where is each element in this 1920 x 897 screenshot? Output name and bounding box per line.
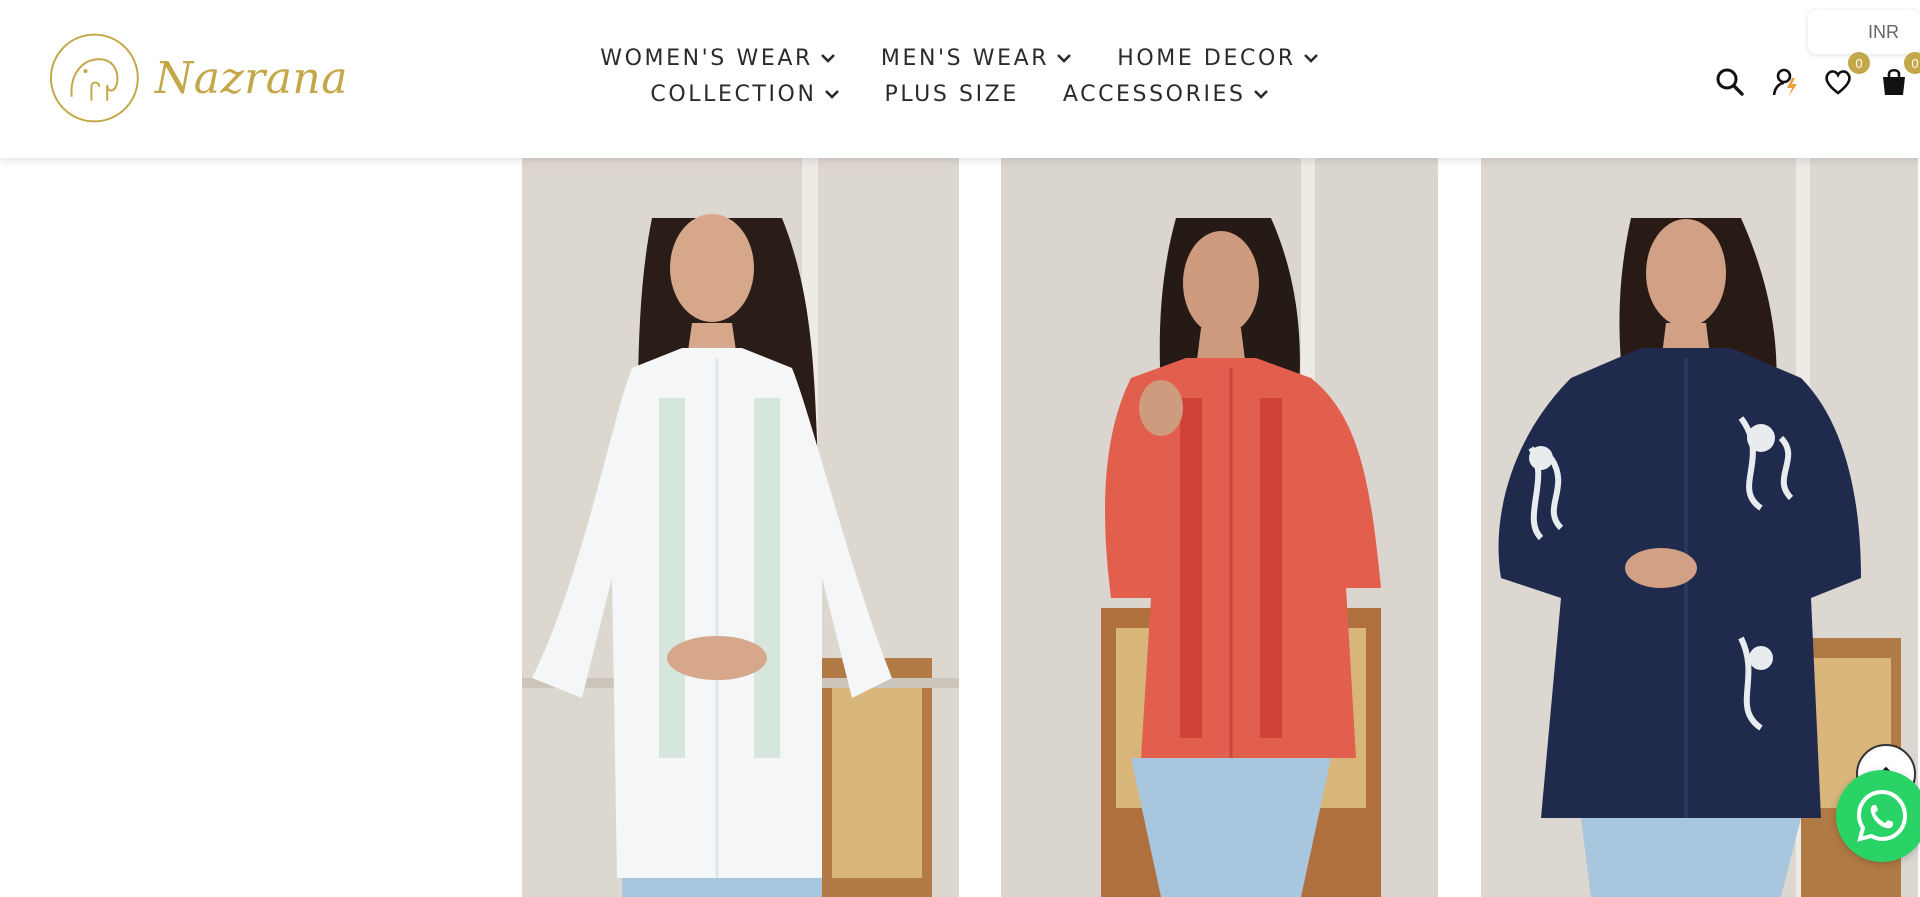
nav-womens-wear[interactable]: WOMEN'S WEAR (600, 46, 837, 71)
site-header: Nazrana WOMEN'S WEAR MEN'S WEAR HOME DEC… (0, 0, 1920, 158)
product-image (1001, 158, 1438, 897)
product-grid (0, 158, 1920, 897)
wishlist-button[interactable]: 0 (1818, 52, 1870, 102)
chevron-down-icon (1253, 90, 1268, 99)
nav-home-decor[interactable]: HOME DECOR (1117, 46, 1320, 71)
nav-label: ACCESSORIES (1062, 81, 1246, 107)
product-card-white-shirt[interactable] (522, 158, 959, 897)
nav-collection[interactable]: COLLECTION (650, 82, 840, 107)
nav-mens-wear[interactable]: MEN'S WEAR (881, 46, 1073, 71)
nav-plus-size[interactable]: PLUS SIZE (885, 82, 1019, 107)
nav-label: PLUS SIZE (884, 81, 1019, 107)
nav-accessories[interactable]: ACCESSORIES (1063, 82, 1270, 107)
chevron-down-icon (1057, 54, 1072, 63)
nav-row-2: COLLECTION PLUS SIZE ACCESSORIES (560, 76, 1360, 112)
shopping-bag-icon (1883, 68, 1905, 95)
wishlist-count: 0 (1848, 52, 1870, 74)
main-nav: WOMEN'S WEAR MEN'S WEAR HOME DECOR COLLE… (560, 40, 1360, 112)
currency-selector[interactable]: INR (1808, 10, 1920, 54)
whatsapp-chat-button[interactable] (1836, 770, 1920, 862)
cart-count: 0 (1904, 52, 1920, 74)
nav-label: HOME DECOR (1117, 45, 1296, 71)
cart-button[interactable]: 0 (1874, 52, 1920, 102)
elephant-monogram-icon (49, 33, 139, 123)
chevron-down-icon (820, 54, 835, 63)
search-button[interactable] (1710, 62, 1750, 102)
chevron-down-icon (1303, 54, 1318, 63)
product-image (522, 158, 959, 897)
search-icon (1716, 68, 1744, 96)
user-icon (1772, 68, 1797, 96)
chevron-down-icon (824, 90, 839, 99)
currency-value: INR (1868, 21, 1899, 42)
nav-row-1: WOMEN'S WEAR MEN'S WEAR HOME DECOR (560, 40, 1360, 76)
product-card-coral-shirt[interactable] (1001, 158, 1438, 897)
brand-logo[interactable]: Nazrana (48, 30, 348, 126)
nav-label: MEN'S WEAR (880, 45, 1050, 71)
heart-icon (1825, 70, 1851, 95)
whatsapp-icon (1856, 789, 1908, 842)
nav-label: WOMEN'S WEAR (600, 45, 813, 71)
nav-label: COLLECTION (650, 81, 817, 107)
brand-name: Nazrana (154, 52, 348, 104)
account-button[interactable] (1766, 62, 1806, 102)
